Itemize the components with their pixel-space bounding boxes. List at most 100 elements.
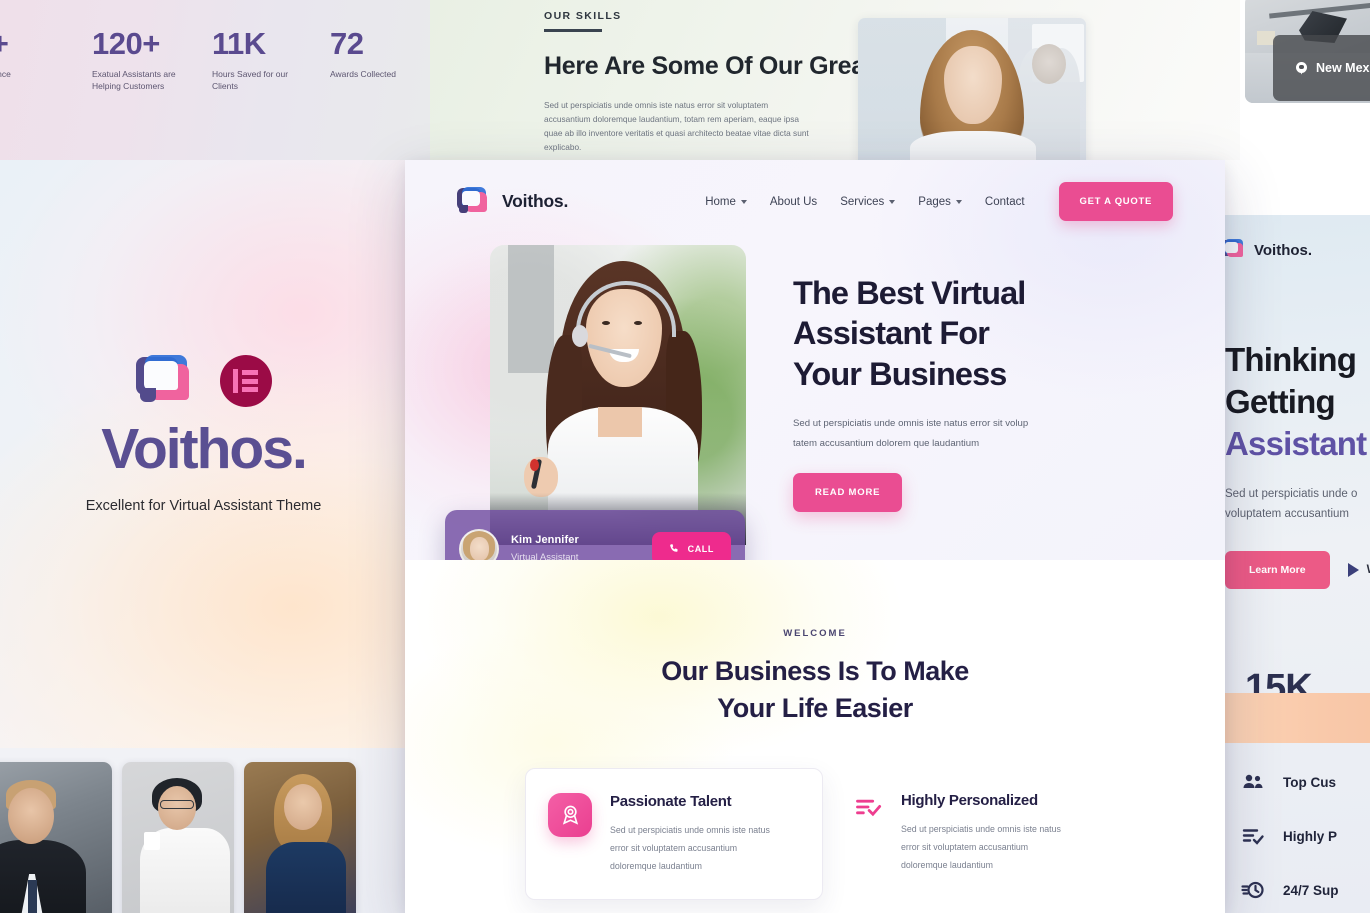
chevron-down-icon (889, 199, 896, 204)
play-icon (1347, 563, 1359, 578)
voithos-logo-icon (1225, 239, 1245, 261)
heading-line-1: Thinking (1225, 341, 1357, 378)
paragraph-line-1: Sed ut perspiciatis unde o (1225, 487, 1358, 500)
list-item-label: Top Cus (1283, 774, 1336, 790)
hero-copy: The Best Virtual Assistant For Your Busi… (793, 273, 1193, 513)
list-item: 24/7 Sup (1241, 863, 1370, 913)
skills-paragraph: Sed ut perspiciatis unde omnis iste natu… (544, 99, 809, 153)
background-location-photo: New Mex (1245, 0, 1370, 103)
feature-text-line-3: doloremque laudantium (901, 859, 993, 870)
hero-title-line-3: Your Business (793, 355, 1007, 392)
site-brand[interactable]: Voithos. (457, 187, 568, 216)
site-navbar: Voithos. Home About Us Services Pages Co… (405, 160, 1225, 221)
feature-title: Passionate Talent (610, 792, 732, 810)
nav-label: About Us (769, 195, 818, 208)
stat-label: xperience (0, 68, 11, 79)
phone-icon (669, 544, 678, 552)
background-stats-strip: 0+ xperience 120+ Exatual Assistants are… (0, 0, 430, 160)
feature-text: Sed ut perspiciatis unde omnis iste natu… (901, 820, 1061, 874)
voithos-logo-icon (135, 355, 194, 407)
paragraph-line-2: voluptatem accusantium (1225, 508, 1350, 521)
welcome-eyebrow: WELCOME (783, 628, 847, 639)
checklist-icon (1241, 824, 1265, 848)
learn-more-button[interactable]: Learn More (1225, 551, 1330, 590)
heading-line-3: Assistant (1225, 425, 1367, 463)
stat-label: Awards Collected (330, 68, 396, 79)
watch-label: W (1367, 564, 1370, 576)
nav-label: Contact (984, 195, 1025, 208)
feature-text-line-1: Sed ut perspiciatis unde omnis iste natu… (610, 824, 770, 835)
hero-image (490, 245, 746, 545)
location-pin-icon (1295, 61, 1308, 75)
nav-label: Services (840, 195, 885, 208)
nav-label: Pages (918, 195, 951, 208)
read-more-button[interactable]: READ MORE (793, 473, 903, 513)
right-panel-heading: Thinking Getting Assistant (1225, 339, 1370, 466)
screenshot-stage: 0+ xperience 120+ Exatual Assistants are… (0, 0, 1370, 913)
stat-item: 0+ xperience (0, 27, 74, 80)
chevron-down-icon (955, 199, 962, 204)
list-item-label: 24/7 Sup (1283, 882, 1339, 898)
hero-paragraph-line-2: tatem accusantium dolorem que laudantium (793, 437, 980, 449)
stat-item: 120+ Exatual Assistants are Helping Cust… (88, 26, 192, 92)
feature-text-line-2: error sit voluptatem accusantium (610, 842, 738, 853)
voithos-logo-icon (457, 187, 489, 216)
team-photo (122, 762, 234, 913)
users-group-icon (1241, 770, 1265, 794)
stat-number: 11K (212, 26, 266, 61)
team-photo (244, 762, 356, 913)
stat-label: Exatual Assistants are Helping Customers (92, 68, 176, 91)
stat-number: 72 (330, 26, 364, 61)
stat-number: 120+ (92, 26, 160, 61)
brand-tagline: Excellent for Virtual Assistant Theme (85, 498, 322, 514)
watch-video-button[interactable]: W (1347, 563, 1370, 578)
background-right-panel: Voithos. Thinking Getting Assistant Sed … (1225, 215, 1370, 913)
feature-text: Sed ut perspiciatis unde omnis iste natu… (610, 821, 770, 875)
feature-title: Highly Personalized (901, 791, 1038, 809)
right-panel-band (1225, 693, 1370, 743)
hero-title-line-1: The Best Virtual (793, 275, 1026, 311)
checklist-check-icon (853, 792, 883, 822)
get-a-quote-button[interactable]: GET A QUOTE (1058, 182, 1173, 221)
fast-clock-icon (1241, 878, 1265, 902)
feature-text-line-2: error sit voluptatem accusantium (901, 841, 1029, 852)
list-item: Highly P (1241, 809, 1370, 863)
nav-item-contact[interactable]: Contact (985, 196, 1025, 208)
skills-photo (858, 18, 1086, 160)
chevron-down-icon (740, 199, 747, 204)
list-item-label: Highly P (1283, 828, 1338, 844)
background-skills-section: OUR SKILLS Here Are Some Of Our Great Sk… (430, 0, 1240, 160)
stat-number: 0+ (0, 27, 74, 61)
nav-item-services[interactable]: Services (840, 195, 896, 208)
welcome-section: WELCOME Our Business Is To Make Your Lif… (405, 560, 1225, 913)
site-brand-name: Voithos. (502, 191, 569, 211)
elementor-logo-icon (219, 355, 272, 407)
skills-underline (544, 29, 602, 32)
stat-label: Hours Saved for our Clients (212, 68, 289, 91)
welcome-heading-line-1: Our Business Is To Make (661, 656, 969, 686)
brand-name: Voithos. (101, 417, 308, 481)
background-team-photos (0, 748, 407, 913)
right-panel-brand: Voithos. (1254, 241, 1313, 259)
theme-preview-card: Voithos. Home About Us Services Pages Co… (405, 160, 1225, 913)
heading-line-2: Getting (1225, 383, 1336, 421)
feature-cards: Passionate Talent Sed ut perspiciatis un… (405, 767, 1225, 900)
hero-section: Voithos. Home About Us Services Pages Co… (405, 160, 1225, 620)
list-item: Top Cus (1241, 755, 1370, 809)
feature-text-line-3: doloremque laudantium (610, 860, 702, 871)
stat-item: 72 Awards Collected (326, 26, 430, 80)
right-panel-paragraph: Sed ut perspiciatis unde o voluptatem ac… (1225, 484, 1370, 525)
hero-paragraph: Sed ut perspiciatis unde omnis iste natu… (793, 414, 1043, 453)
nav-item-about-us[interactable]: About Us (770, 196, 817, 208)
nav-item-pages[interactable]: Pages (918, 196, 962, 208)
nav-item-home[interactable]: Home (705, 196, 747, 208)
welcome-heading-line-2: Your Life Easier (717, 693, 913, 724)
feature-card-highly-personalized[interactable]: Highly Personalized Sed ut perspiciatis … (845, 768, 1105, 900)
feature-text-line-1: Sed ut perspiciatis unde omnis iste natu… (901, 823, 1061, 834)
call-label: CALL (687, 543, 714, 554)
right-panel-feature-list: Top Cus Highly P 24/7 Sup (1241, 755, 1370, 913)
feature-card-passionate-talent[interactable]: Passionate Talent Sed ut perspiciatis un… (525, 767, 823, 900)
hero-title: The Best Virtual Assistant For Your Busi… (793, 273, 1193, 394)
welcome-heading: Our Business Is To Make Your Life Easier (405, 653, 1225, 728)
nav-label: Home (705, 195, 736, 208)
